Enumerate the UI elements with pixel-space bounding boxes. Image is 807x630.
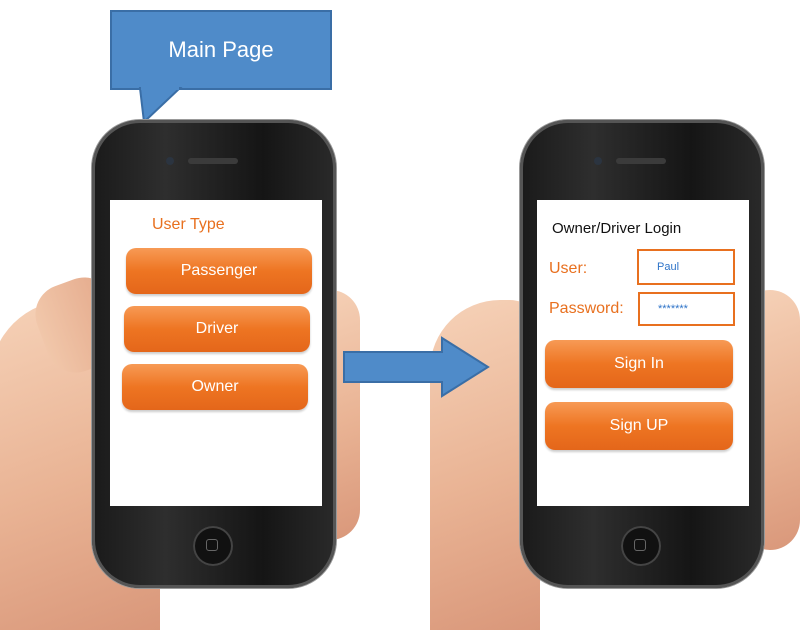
main-page-callout: Main Page xyxy=(110,10,332,90)
camera-icon xyxy=(594,157,602,165)
owner-button[interactable]: Owner xyxy=(122,364,308,410)
password-label: Password: xyxy=(549,300,624,317)
speaker-grille xyxy=(616,158,666,164)
screen-user-type: User Type Passenger Driver Owner xyxy=(110,200,322,506)
driver-button[interactable]: Driver xyxy=(124,306,310,352)
screen-login: Owner/Driver Login User: Paul Password: … xyxy=(537,200,749,506)
speaker-grille xyxy=(188,158,238,164)
home-button[interactable] xyxy=(621,526,661,566)
user-type-heading: User Type xyxy=(152,216,225,233)
password-input[interactable]: ******* xyxy=(638,292,735,326)
arrow-right-icon xyxy=(343,336,490,398)
user-label: User: xyxy=(549,260,588,277)
home-button[interactable] xyxy=(193,526,233,566)
sign-in-button[interactable]: Sign In xyxy=(545,340,733,388)
sign-up-button[interactable]: Sign UP xyxy=(545,402,733,450)
callout-text: Main Page xyxy=(168,37,274,62)
user-input[interactable]: Paul xyxy=(637,249,735,285)
login-heading: Owner/Driver Login xyxy=(552,220,682,237)
passenger-button[interactable]: Passenger xyxy=(126,248,312,294)
camera-icon xyxy=(166,157,174,165)
